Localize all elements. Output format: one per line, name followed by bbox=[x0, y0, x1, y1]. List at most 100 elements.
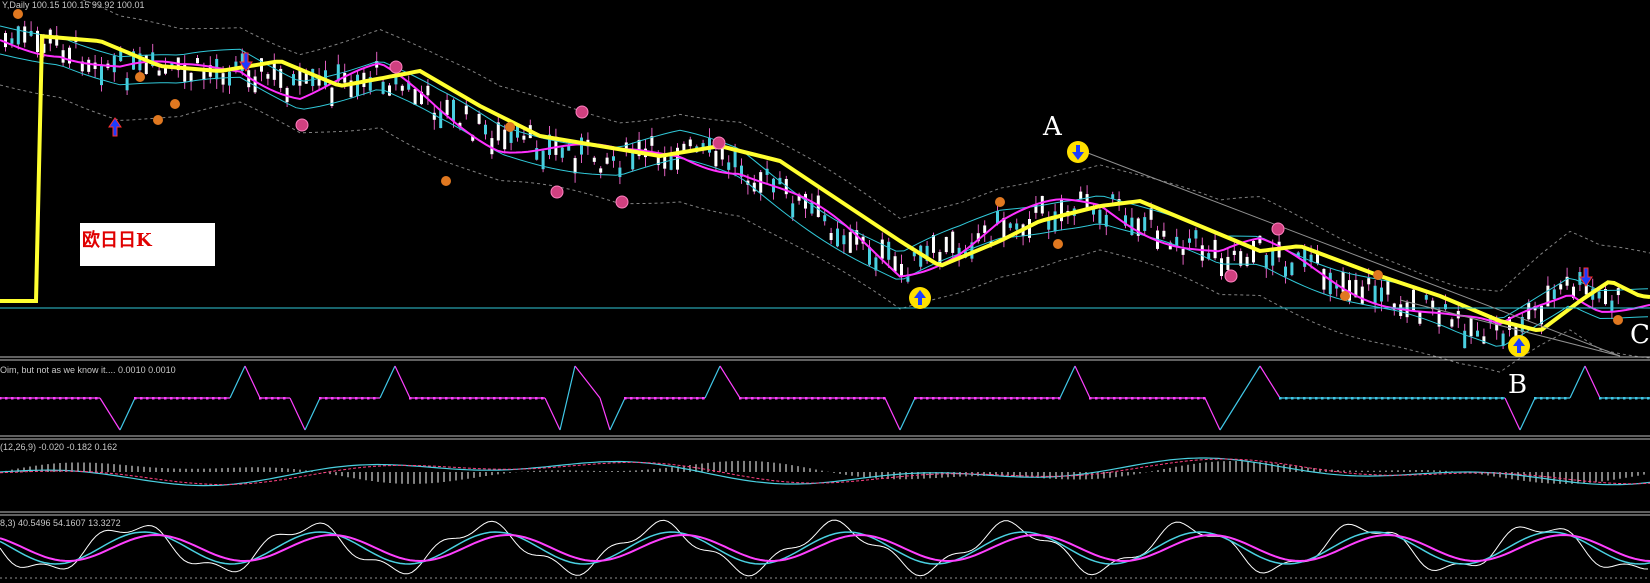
osc-segment bbox=[1059, 365, 1076, 399]
osc-dot bbox=[1534, 397, 1537, 400]
osc-dot bbox=[224, 397, 227, 400]
osc-dot bbox=[865, 397, 868, 400]
osc-segment bbox=[899, 397, 916, 431]
macd-signal-line bbox=[0, 458, 1650, 486]
candle-body bbox=[10, 38, 14, 44]
osc-dot bbox=[65, 397, 68, 400]
orange-marker bbox=[505, 122, 515, 132]
main-panel-header: Y,Daily 100.15 100.15 99.92 100.01 bbox=[2, 0, 145, 10]
osc-dot bbox=[624, 397, 627, 400]
osc-dot bbox=[1629, 397, 1632, 400]
osc-segment bbox=[1219, 397, 1241, 431]
candle-body bbox=[842, 235, 846, 245]
osc-segment bbox=[304, 397, 321, 431]
osc-dot bbox=[811, 397, 814, 400]
osc-dot bbox=[702, 397, 705, 400]
osc-dot bbox=[475, 397, 478, 400]
osc-dot bbox=[77, 397, 80, 400]
osc-dot bbox=[853, 397, 856, 400]
osc-dot bbox=[1441, 397, 1444, 400]
candle-body bbox=[1469, 317, 1473, 337]
candle-body bbox=[311, 68, 315, 87]
candle-body bbox=[560, 147, 564, 158]
osc-dot bbox=[1052, 397, 1055, 400]
osc-dot bbox=[47, 397, 50, 400]
candle-body bbox=[253, 76, 257, 93]
osc-dot bbox=[331, 397, 334, 400]
candle-body bbox=[61, 50, 65, 63]
candle-body bbox=[1252, 240, 1255, 263]
osc-dot bbox=[343, 397, 346, 400]
candle-body bbox=[1181, 249, 1185, 255]
osc-dot bbox=[89, 397, 92, 400]
candle-body bbox=[445, 99, 449, 116]
candle-body bbox=[157, 70, 161, 76]
osc-segment bbox=[1204, 397, 1221, 431]
orange-marker bbox=[1373, 270, 1383, 280]
candle-body bbox=[1552, 289, 1556, 300]
candle-body bbox=[381, 81, 385, 94]
candle-body bbox=[688, 139, 692, 147]
osc-dot bbox=[206, 397, 209, 400]
osc-dot bbox=[140, 397, 143, 400]
candle-body bbox=[682, 143, 686, 151]
osc-dot bbox=[823, 397, 826, 400]
candle-body bbox=[1175, 236, 1179, 246]
orange-marker bbox=[441, 176, 451, 186]
osc-dot bbox=[517, 397, 520, 400]
osc-dot bbox=[481, 397, 484, 400]
candle-body bbox=[1610, 300, 1614, 311]
candle-body bbox=[1008, 223, 1012, 228]
osc-dot bbox=[95, 397, 98, 400]
osc-dot bbox=[1483, 397, 1486, 400]
osc-dot bbox=[259, 397, 262, 400]
candle-body bbox=[983, 225, 987, 233]
osc-dot bbox=[1303, 397, 1306, 400]
osc-segment bbox=[1504, 397, 1521, 431]
pink-marker bbox=[575, 105, 589, 119]
osc-segment bbox=[119, 397, 136, 431]
osc-dot bbox=[817, 397, 820, 400]
osc-dot bbox=[1635, 397, 1638, 400]
candle-body bbox=[189, 72, 193, 82]
osc-dot bbox=[1564, 397, 1567, 400]
osc-dot bbox=[35, 397, 38, 400]
osc-dot bbox=[1004, 397, 1007, 400]
pink-marker bbox=[550, 185, 564, 199]
signal-down-2-arrow-icon bbox=[1579, 267, 1593, 287]
osc-dot bbox=[654, 397, 657, 400]
osc-segment bbox=[244, 365, 261, 399]
osc-dot bbox=[1321, 397, 1324, 400]
osc-dot bbox=[367, 397, 370, 400]
osc-dot bbox=[841, 397, 844, 400]
candle-body bbox=[714, 150, 718, 167]
osc-dot bbox=[980, 397, 983, 400]
osc-dot bbox=[769, 397, 772, 400]
osc-dot bbox=[409, 397, 412, 400]
candle-body bbox=[580, 137, 583, 155]
chart-canvas bbox=[0, 0, 1650, 579]
osc-dot bbox=[1429, 397, 1432, 400]
osc-dot bbox=[799, 397, 802, 400]
osc-dot bbox=[355, 397, 358, 400]
osc-dot bbox=[1501, 397, 1504, 400]
candle-body bbox=[932, 235, 935, 253]
osc-dot bbox=[1453, 397, 1456, 400]
osc-dot bbox=[757, 397, 760, 400]
candle-body bbox=[791, 203, 795, 218]
osc-dot bbox=[59, 397, 62, 400]
macd-panel-header: (12,26,9) -0.020 -0.182 0.162 bbox=[0, 442, 118, 452]
osc-dot bbox=[636, 397, 639, 400]
osc-dot bbox=[690, 397, 693, 400]
osc-dot bbox=[630, 397, 633, 400]
osc-dot bbox=[1617, 397, 1620, 400]
candle-body bbox=[1220, 258, 1223, 277]
osc-dot bbox=[170, 397, 173, 400]
osc-dot bbox=[271, 397, 274, 400]
osc-dot bbox=[1351, 397, 1354, 400]
osc-dot bbox=[793, 397, 796, 400]
candle-body bbox=[1002, 217, 1006, 239]
stoch-main-line bbox=[0, 519, 1649, 577]
osc-dot bbox=[1447, 397, 1450, 400]
osc-dot bbox=[968, 397, 971, 400]
